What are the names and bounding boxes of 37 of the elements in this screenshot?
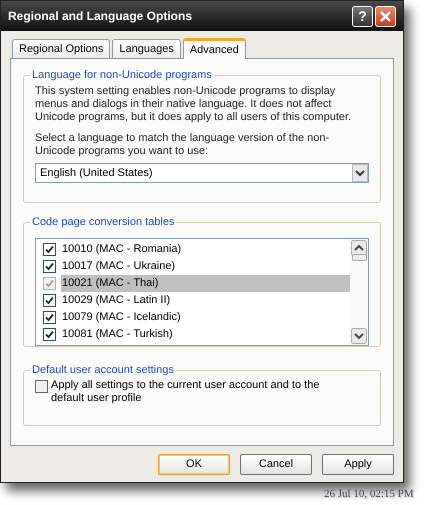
group-legend: Code page conversion tables (30, 215, 176, 229)
help-button[interactable]: ? (352, 6, 373, 26)
item-label: 10017 (MAC - Ukraine) (61, 259, 176, 274)
checkbox[interactable] (35, 380, 48, 393)
tab[interactable]: Advanced (182, 38, 246, 59)
checkbox[interactable] (43, 311, 56, 324)
close-button[interactable] (375, 6, 396, 26)
checkbox[interactable] (43, 328, 56, 341)
timestamp: 26 Jul 10, 02:15 PM (324, 487, 414, 502)
list-item[interactable]: 10017 (MAC - Ukraine) (36, 258, 350, 275)
dialog-button[interactable]: Cancel (240, 454, 312, 475)
tab[interactable]: Regional Options (12, 39, 110, 58)
scroll-down-icon[interactable] (351, 328, 367, 344)
item-label: 10079 (MAC - Icelandic) (61, 310, 182, 325)
scroll-up-icon[interactable] (351, 240, 367, 256)
dropdown-value: English (United States) (40, 166, 154, 181)
list-item[interactable]: 10079 (MAC - Icelandic) (36, 309, 350, 326)
group-legend: Language for non-Unicode programs (30, 68, 214, 82)
item-label: 10010 (MAC - Romania) (61, 242, 182, 257)
dialog-button[interactable]: Apply (322, 454, 394, 475)
checkbox[interactable] (43, 294, 56, 307)
dialog-button[interactable]: OK (158, 454, 230, 475)
checkbox[interactable] (43, 260, 56, 273)
language-dropdown[interactable]: English (United States) (35, 163, 369, 183)
group-legend: Default user account settings (30, 363, 176, 377)
list-item[interactable]: 10081 (MAC - Turkish) (36, 326, 350, 343)
close-icon (380, 10, 391, 22)
window-title: Regional and Language Options (8, 8, 194, 25)
checkbox[interactable] (43, 243, 56, 256)
list-item[interactable]: 10010 (MAC - Romania) (36, 241, 350, 258)
prompt-text: Select a language to match the language version of the non-Unicode programs you want to use: (35, 132, 330, 158)
item-label: 10029 (MAC - Latin II) (61, 293, 172, 308)
list-item[interactable]: 10029 (MAC - Latin II) (36, 292, 350, 309)
checkbox-label: Apply all settings to the current user account and to the default user profile (51, 379, 320, 405)
item-label: 10081 (MAC - Turkish) (61, 327, 174, 342)
tab[interactable]: Languages (112, 39, 181, 58)
description-text: This system setting enables non-Unicode programs to display menus and dialogs in their native language. It does not affect Unicode programs, but it does apply to all users of this computer. (35, 85, 352, 124)
